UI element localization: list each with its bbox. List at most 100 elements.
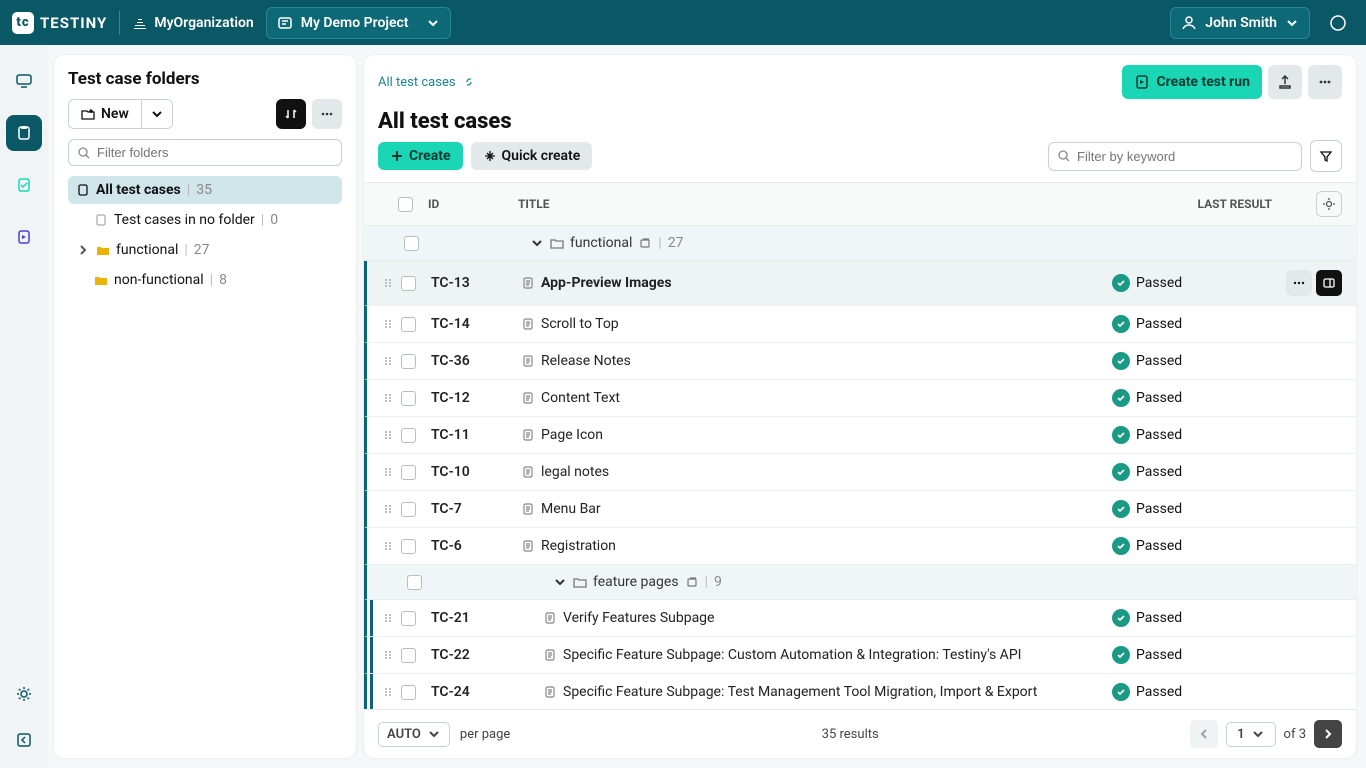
sort-button[interactable] — [276, 99, 306, 129]
nav-checks[interactable] — [6, 167, 42, 203]
page-select[interactable]: 1 — [1226, 722, 1275, 747]
per-page-select[interactable]: AUTO — [378, 722, 450, 747]
filter-folders-field[interactable] — [97, 145, 333, 160]
project-dropdown[interactable]: My Demo Project — [266, 7, 452, 39]
row-checkbox[interactable] — [401, 539, 416, 554]
table-row[interactable]: TC-7 Menu Bar Passed — [364, 491, 1356, 528]
column-settings-button[interactable] — [1316, 191, 1342, 217]
drag-icon — [381, 317, 395, 331]
prev-page-button[interactable] — [1190, 720, 1218, 748]
nav-settings[interactable] — [6, 676, 42, 712]
user-name: John Smith — [1205, 15, 1277, 31]
table-row[interactable]: TC-36 Release Notes Passed — [364, 343, 1356, 380]
row-open-button[interactable] — [1316, 270, 1342, 296]
next-page-button[interactable] — [1314, 720, 1342, 748]
row-id: TC-13 — [431, 275, 521, 291]
help-button[interactable] — [1322, 7, 1354, 39]
org-link[interactable]: MyOrganization — [132, 15, 253, 31]
table-row[interactable]: TC-14 Scroll to Top Passed — [364, 306, 1356, 343]
nav-runs[interactable] — [6, 219, 42, 255]
breadcrumb-all[interactable]: All test cases — [378, 75, 456, 90]
tree-no-folder[interactable]: Test cases in no folder | 0 — [68, 206, 342, 234]
logo[interactable]: tc TESTINY — [12, 12, 107, 34]
row-checkbox[interactable] — [401, 465, 416, 480]
drag-handle[interactable] — [381, 502, 401, 516]
row-checkbox[interactable] — [401, 354, 416, 369]
row-checkbox[interactable] — [401, 685, 416, 700]
col-last-result[interactable]: LAST RESULT — [1112, 197, 1272, 211]
keyword-filter[interactable] — [1048, 142, 1302, 171]
advanced-filter-button[interactable] — [1310, 140, 1342, 172]
nav-dashboard[interactable] — [6, 63, 42, 99]
col-id[interactable]: ID — [428, 197, 518, 211]
row-checkbox[interactable] — [401, 502, 416, 517]
row-checkbox[interactable] — [401, 317, 416, 332]
table-row[interactable]: TC-12 Content Text Passed — [364, 380, 1356, 417]
folder-icon — [550, 236, 564, 250]
new-folder-button[interactable]: New — [69, 100, 141, 128]
group-row-feature-pages[interactable]: feature pages | 9 — [364, 565, 1356, 600]
folder-plus-icon — [81, 107, 95, 121]
chevron-right-icon[interactable] — [76, 243, 90, 257]
drag-handle[interactable] — [381, 428, 401, 442]
new-folder-caret[interactable] — [141, 100, 172, 128]
quick-create-button[interactable]: Quick create — [471, 142, 593, 170]
sparkle-icon — [483, 149, 497, 163]
row-checkbox[interactable] — [401, 648, 416, 663]
check-circle-icon — [1112, 500, 1130, 518]
user-dropdown[interactable]: John Smith — [1170, 7, 1310, 39]
row-more-button[interactable] — [1286, 270, 1312, 296]
results-count: 35 results — [520, 727, 1180, 742]
result-badge: Passed — [1112, 537, 1182, 555]
export-button[interactable] — [1268, 65, 1302, 99]
group-name: functional — [570, 235, 632, 251]
drag-handle[interactable] — [381, 317, 401, 331]
result-badge: Passed — [1112, 352, 1182, 370]
group-checkbox[interactable] — [407, 575, 422, 590]
row-checkbox[interactable] — [401, 428, 416, 443]
table-row[interactable]: TC-24 Specific Feature Subpage: Test Man… — [364, 674, 1356, 709]
chevron-down-icon[interactable] — [530, 236, 544, 250]
group-row-functional[interactable]: functional | 27 — [364, 226, 1356, 261]
chevron-down-icon[interactable] — [553, 575, 567, 589]
table-row[interactable]: TC-13 App-Preview Images Passed — [364, 261, 1356, 306]
col-title[interactable]: TITLE — [518, 197, 1112, 211]
select-all-checkbox[interactable] — [398, 197, 413, 212]
panel-more-button[interactable] — [312, 99, 342, 129]
result-text: Passed — [1136, 610, 1182, 626]
create-button[interactable]: Create — [378, 142, 463, 170]
table-row[interactable]: TC-6 Registration Passed — [364, 528, 1356, 565]
tree-folder-nonfunctional[interactable]: non-functional | 8 — [68, 266, 342, 294]
drag-handle[interactable] — [381, 611, 401, 625]
drag-handle[interactable] — [381, 685, 401, 699]
nav-testcases[interactable] — [6, 115, 42, 151]
tree-folder-functional[interactable]: functional | 27 — [68, 236, 342, 264]
table-row[interactable]: TC-10 legal notes Passed — [364, 454, 1356, 491]
create-test-run-button[interactable]: Create test run — [1122, 65, 1262, 99]
chevron-down-icon — [426, 16, 440, 30]
table-row[interactable]: TC-11 Page Icon Passed — [364, 417, 1356, 454]
nav-collapse[interactable] — [6, 722, 42, 758]
table-row[interactable]: TC-22 Specific Feature Subpage: Custom A… — [364, 637, 1356, 674]
more-actions-button[interactable] — [1308, 65, 1342, 99]
drag-handle[interactable] — [381, 276, 401, 290]
drag-handle[interactable] — [381, 391, 401, 405]
result-badge: Passed — [1112, 463, 1182, 481]
keyword-field[interactable] — [1077, 149, 1293, 164]
check-circle-icon — [1112, 609, 1130, 627]
row-checkbox[interactable] — [401, 611, 416, 626]
row-checkbox[interactable] — [401, 276, 416, 291]
drag-handle[interactable] — [381, 465, 401, 479]
row-checkbox[interactable] — [401, 391, 416, 406]
result-badge: Passed — [1112, 274, 1182, 292]
result-text: Passed — [1136, 353, 1182, 369]
filter-folders-input[interactable] — [68, 139, 342, 166]
table-row[interactable]: TC-21 Verify Features Subpage Passed — [364, 600, 1356, 637]
tree-all-testcases[interactable]: All test cases | 35 — [68, 176, 342, 204]
drag-handle[interactable] — [381, 648, 401, 662]
drag-handle[interactable] — [381, 539, 401, 553]
check-circle-icon — [1112, 389, 1130, 407]
drag-handle[interactable] — [381, 354, 401, 368]
result-badge: Passed — [1112, 426, 1182, 444]
group-checkbox[interactable] — [404, 236, 419, 251]
